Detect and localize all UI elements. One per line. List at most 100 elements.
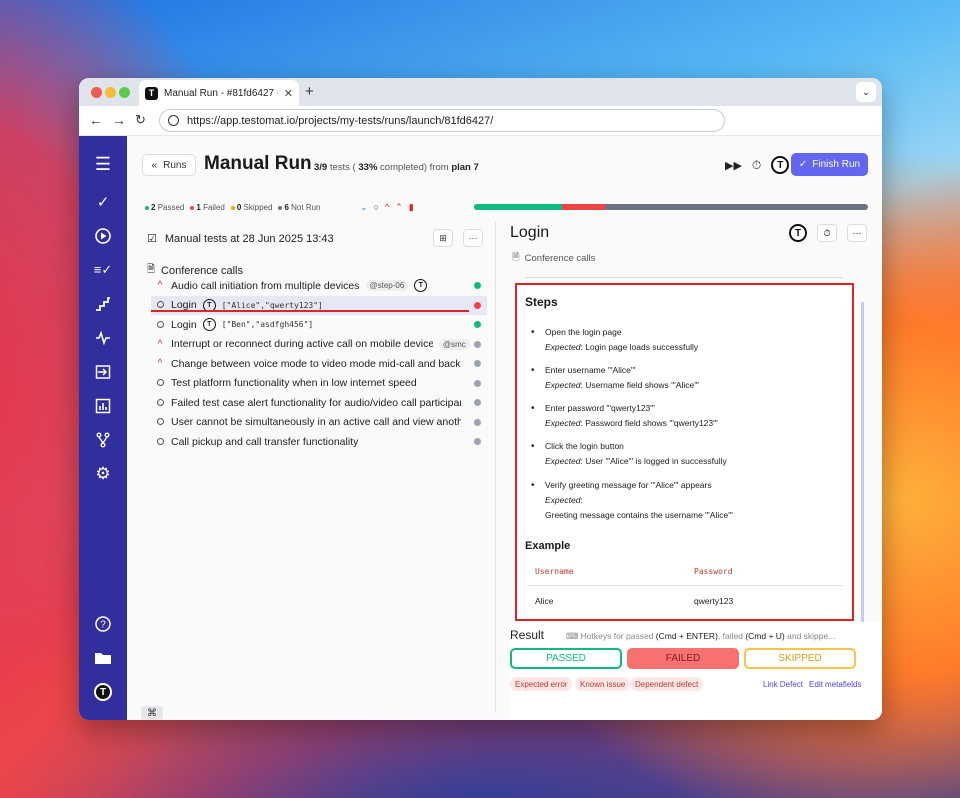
progress-text: tests (: [327, 162, 359, 173]
chip-known-issue[interactable]: Known issue: [575, 677, 631, 691]
checklist-doc-icon: ☑: [147, 233, 157, 245]
steps-panel: Steps Open the login page Expected: Login…: [515, 283, 854, 621]
new-tab-button[interactable]: +: [305, 83, 314, 100]
tree-view-button[interactable]: ⊞: [433, 229, 453, 247]
collapse-handle: [525, 277, 843, 278]
test-suite-name[interactable]: Conference calls: [525, 253, 596, 264]
run-header: « Runs Manual Run 3/9 tests ( 33% comple…: [127, 136, 882, 196]
pane-divider[interactable]: [495, 222, 496, 712]
finish-run-button[interactable]: ✓ Finish Run: [791, 153, 868, 176]
svg-text:?: ?: [100, 620, 106, 631]
test-row[interactable]: Failed test case alert functionality for…: [151, 393, 487, 413]
expected-label: Expected: [545, 380, 581, 390]
normal-priority-icon: [155, 437, 165, 447]
test-row[interactable]: ^ Interrupt or reconnect during active ca…: [151, 335, 487, 355]
test-row[interactable]: ^ Audio call initiation from multiple dev…: [151, 276, 487, 296]
plan-link[interactable]: plan 7: [451, 162, 478, 173]
settings-gear-icon[interactable]: ⚙: [93, 464, 113, 484]
more-options-button[interactable]: ···: [847, 224, 867, 242]
testomat-assistant-icon[interactable]: T: [771, 156, 790, 174]
close-window-button[interactable]: [91, 87, 102, 98]
step-expected: Expected: Username field shows '"Alice"': [545, 378, 699, 393]
edit-metafields-link[interactable]: Edit metafields: [809, 680, 861, 689]
expected-label: Expected: [545, 456, 581, 466]
chip-dependent-defect[interactable]: Dependent defect: [630, 677, 704, 691]
analytics-icon[interactable]: [93, 396, 113, 416]
result-label: Result: [510, 628, 545, 642]
progress-failed-segment: [561, 204, 606, 210]
testomat-logo-icon[interactable]: T: [93, 682, 113, 702]
forward-arrow-icon[interactable]: →: [112, 112, 126, 128]
play-icon[interactable]: [93, 226, 113, 246]
reload-icon[interactable]: ↻: [135, 112, 146, 128]
folder-icon[interactable]: [93, 648, 113, 668]
test-row[interactable]: ^ Change between voice mode to video mode…: [151, 354, 487, 374]
more-options-button[interactable]: ···: [463, 229, 483, 247]
test-row[interactable]: Login T ["Alice","qwerty123"]: [151, 295, 487, 315]
hotkeys-text: Hotkeys for passed: [580, 631, 654, 641]
pulse-icon[interactable]: [93, 328, 113, 348]
steps-icon[interactable]: [93, 294, 113, 314]
scrollbar[interactable]: [861, 302, 864, 632]
test-suite-breadcrumb: 🗎 Conference calls: [512, 250, 595, 266]
example-column-password: Password: [694, 567, 733, 576]
normal-priority-icon: [155, 320, 165, 330]
menu-icon[interactable]: ☰: [93, 154, 113, 174]
maximize-window-button[interactable]: [119, 87, 130, 98]
back-to-runs-button[interactable]: « Runs: [142, 154, 196, 176]
main-content: « Runs Manual Run 3/9 tests ( 33% comple…: [127, 136, 882, 720]
help-icon[interactable]: ?: [93, 614, 113, 634]
notrun-dot-icon: [278, 205, 283, 210]
checklist-icon[interactable]: ≡✓: [93, 260, 113, 280]
skipped-dot-icon: [230, 205, 235, 210]
hotkeys-mid: , failed: [717, 631, 743, 641]
normal-priority-circle: [156, 379, 164, 387]
run-progress-bar: [474, 204, 868, 210]
branch-icon[interactable]: [93, 430, 113, 450]
test-list: ^ Audio call initiation from multiple dev…: [151, 276, 487, 452]
testomat-assistant-icon[interactable]: T: [789, 224, 807, 242]
browser-tab[interactable]: T Manual Run - #81fd6427 - Te ✕: [139, 80, 299, 106]
link-defect-link[interactable]: Link Defect: [763, 680, 803, 689]
back-arrow-icon[interactable]: ←: [89, 112, 103, 128]
tab-close-icon[interactable]: ✕: [284, 87, 293, 100]
tab-list-chevron-icon[interactable]: ⌄: [856, 82, 876, 102]
minimize-window-button[interactable]: [105, 87, 116, 98]
checkmark-icon[interactable]: ✓: [93, 192, 113, 212]
chip-expected-error[interactable]: Expected error: [510, 677, 573, 691]
timer-button[interactable]: ⏱: [817, 224, 837, 242]
bookmark-filter-icon[interactable]: ▮: [409, 202, 414, 213]
high-priority-filter-icon[interactable]: ^: [385, 202, 389, 213]
site-info-icon[interactable]: [168, 115, 179, 126]
low-priority-filter-icon[interactable]: ⌄: [360, 202, 368, 213]
import-icon[interactable]: [93, 362, 113, 382]
test-row[interactable]: Login T ["Ben","asdfgh456"]: [151, 315, 487, 335]
progress-passed-segment: [474, 204, 562, 210]
critical-priority-filter-icon[interactable]: ⌃: [395, 202, 403, 213]
skipped-stat: 0 Skipped: [230, 203, 272, 212]
step-item: Enter password '"qwerty123"' Expected: Pa…: [531, 401, 718, 431]
test-row[interactable]: Test platform functionality when in low …: [151, 374, 487, 394]
testomat-icon: T: [414, 279, 428, 293]
expected-label: Expected: [545, 495, 581, 505]
tab-title: Manual Run - #81fd6427 - Te: [164, 87, 278, 99]
run-stats: 2 Passed 1 Failed 0 Skipped 6 Not Run: [145, 203, 321, 212]
fast-forward-icon[interactable]: ▶▶: [725, 159, 742, 172]
command-palette-button[interactable]: ⌘: [141, 706, 163, 720]
test-row[interactable]: User cannot be simultaneously in an acti…: [151, 413, 487, 433]
test-name: Call pickup and call transfer functional…: [171, 435, 359, 448]
failed-button[interactable]: FAILED: [627, 648, 739, 669]
test-name: Test platform functionality when in low …: [171, 377, 417, 390]
url-input[interactable]: https://app.testomat.io/projects/my-test…: [159, 109, 725, 132]
failed-stat: 1 Failed: [190, 203, 225, 212]
stairs-icon: [96, 297, 110, 311]
test-row[interactable]: Call pickup and call transfer functional…: [151, 432, 487, 452]
address-bar: ← → ↻ https://app.testomat.io/projects/m…: [79, 106, 882, 136]
timer-icon[interactable]: ⏱: [752, 158, 761, 173]
skipped-button[interactable]: SKIPPED: [744, 648, 856, 669]
normal-priority-filter-icon[interactable]: ○: [374, 202, 379, 213]
failed-count: 1: [196, 203, 201, 212]
page-title: Manual Run: [204, 153, 312, 174]
passed-button[interactable]: PASSED: [510, 648, 622, 669]
example-table-separator: [527, 585, 843, 586]
